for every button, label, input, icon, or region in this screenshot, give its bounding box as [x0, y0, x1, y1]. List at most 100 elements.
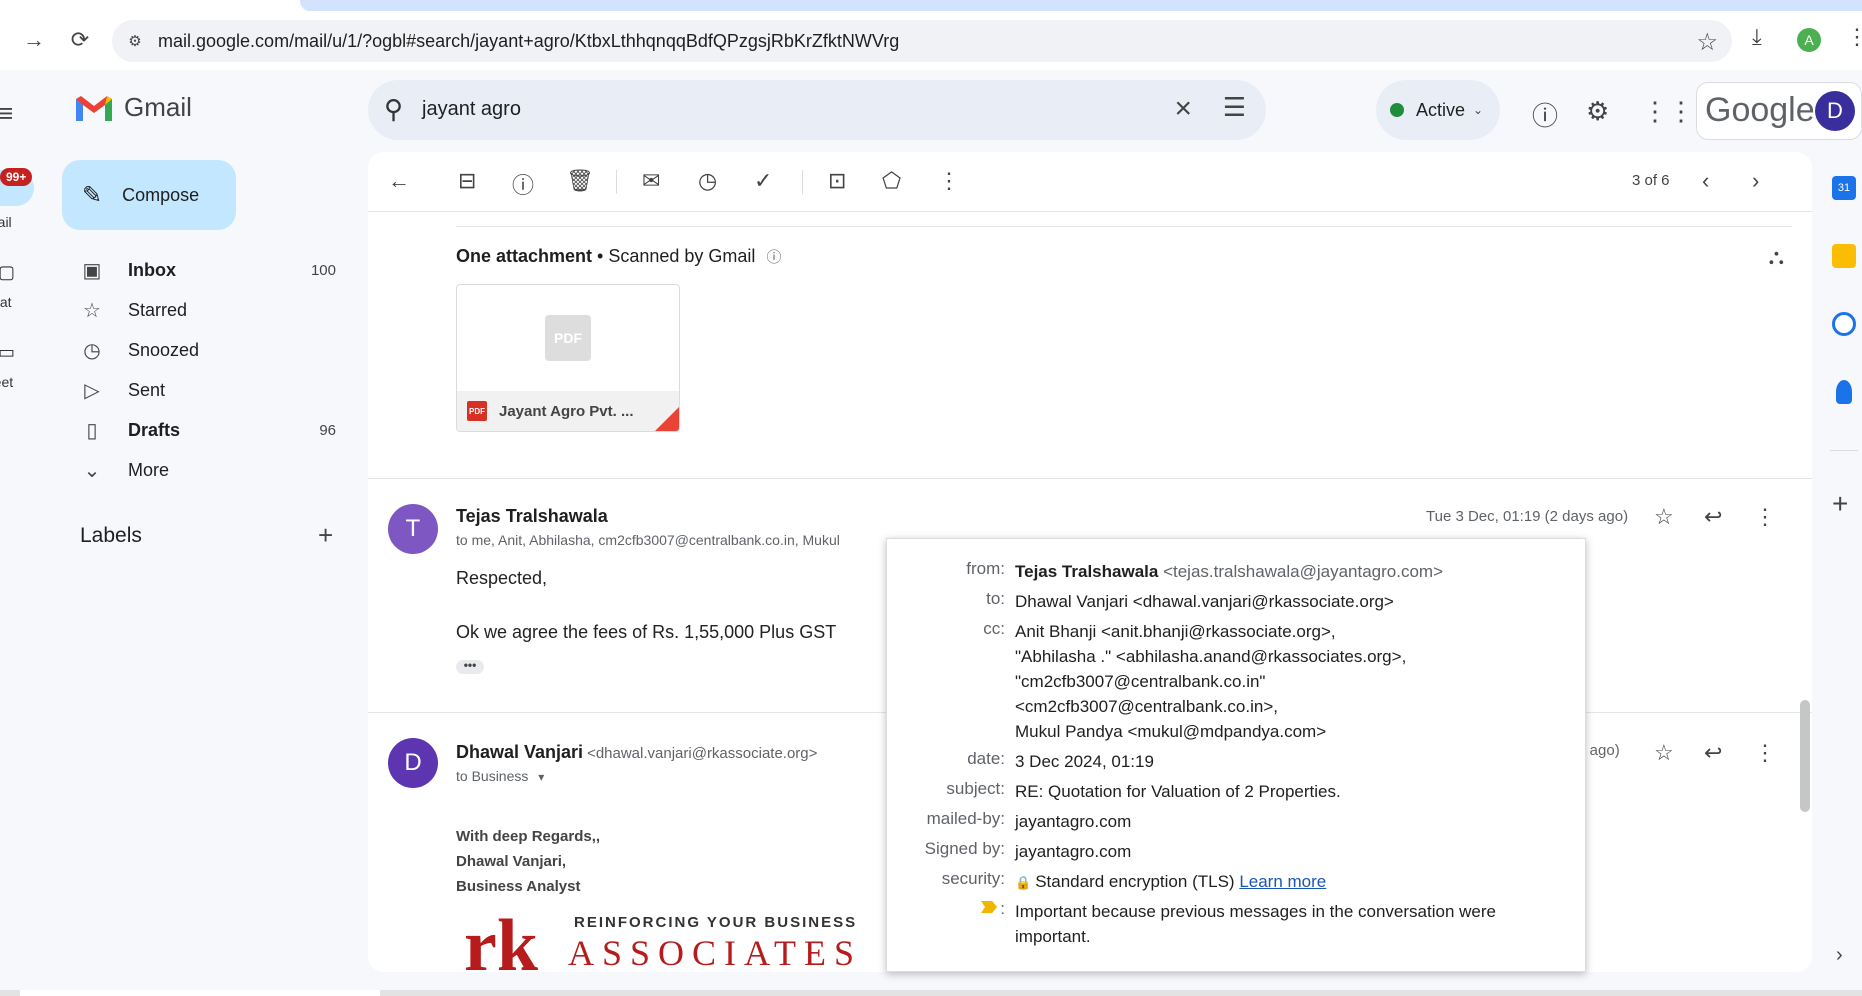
calendar-icon[interactable]: 31	[1832, 176, 1856, 200]
sidebar-item-starred[interactable]: ☆ Starred	[80, 292, 340, 328]
sidebar-item-label: Snoozed	[128, 339, 200, 360]
attachment-filename: Jayant Agro Pvt. ...	[499, 402, 634, 420]
sender-name[interactable]: Dhawal Vanjari	[456, 742, 583, 762]
signature-line: With deep Regards,,	[456, 828, 601, 845]
clock-icon: ◷	[83, 339, 101, 362]
rail-mail-label[interactable]: Mail	[0, 214, 12, 230]
add-task-icon[interactable]: ✓	[754, 168, 772, 194]
meet-icon[interactable]: ▭	[0, 342, 15, 363]
gmail-logo[interactable]: Gmail	[74, 92, 192, 123]
detail-label: Signed by:	[924, 839, 1005, 858]
sidebar-item-drafts[interactable]: ▯ Drafts 96	[80, 412, 340, 448]
tasks-icon[interactable]	[1832, 312, 1856, 336]
sidebar-item-label: More	[128, 459, 170, 480]
star-icon[interactable]: ☆	[1654, 740, 1674, 766]
download-icon[interactable]: ⤓	[1752, 24, 1762, 50]
message-details-popup: from: Tejas Tralshawala <tejas.tralshawa…	[886, 538, 1586, 972]
compose-button[interactable]: ✎ Compose	[62, 160, 236, 230]
show-trimmed-content-button[interactable]: •••	[456, 659, 484, 674]
site-settings-icon[interactable]: ⚙	[124, 30, 146, 52]
add-label-icon[interactable]: +	[318, 520, 333, 551]
attachment-header: One attachment • Scanned by Gmail ⓘ	[456, 246, 781, 267]
address-bar[interactable]: ⚙ mail.google.com/mail/u/1/?ogbl#search/…	[112, 20, 1732, 62]
side-panel: 31 + ›	[1812, 152, 1862, 996]
settings-gear-icon[interactable]: ⚙	[1586, 96, 1609, 127]
from-email: <tejas.tralshawala@jayantagro.com>	[1163, 562, 1444, 581]
rk-logo-mark: rk	[464, 905, 538, 972]
learn-more-link[interactable]: Learn more	[1239, 872, 1326, 891]
sender-avatar[interactable]: D	[388, 738, 438, 788]
chat-icon[interactable]: ▢	[0, 262, 15, 283]
reload-icon[interactable]: ⟳	[64, 24, 96, 56]
star-icon[interactable]: ☆	[1654, 504, 1674, 530]
browser-menu-icon[interactable]: ⋮	[1846, 24, 1862, 50]
move-to-icon[interactable]: ⊡	[828, 168, 846, 194]
mark-unread-icon[interactable]: ✉	[642, 168, 660, 194]
google-account-chip[interactable]: Google D	[1696, 82, 1862, 140]
account-avatar[interactable]: D	[1815, 91, 1855, 131]
sidebar-item-inbox[interactable]: ▣ Inbox 100	[80, 252, 340, 288]
reply-icon[interactable]: ↩	[1704, 740, 1722, 766]
more-vert-icon[interactable]: ⋮	[1754, 504, 1776, 530]
newer-chevron-icon[interactable]: ‹	[1702, 168, 1709, 194]
reply-icon[interactable]: ↩	[1704, 504, 1722, 530]
apps-grid-icon[interactable]: ⋮⋮	[1642, 96, 1694, 127]
scrollbar-thumb[interactable]	[1800, 700, 1810, 812]
status-dropdown[interactable]: Active ⌄	[1376, 80, 1500, 140]
detail-value: jayantagro.com	[1015, 812, 1132, 831]
cc-line: "cm2cfb3007@centralbank.co.in"	[1015, 672, 1266, 691]
search-icon[interactable]: ⚲	[384, 94, 403, 125]
snooze-icon[interactable]: ◷	[698, 168, 717, 194]
archive-icon[interactable]: ⊟	[458, 168, 476, 194]
older-chevron-icon[interactable]: ›	[1752, 168, 1759, 194]
security-text: Standard encryption (TLS)	[1035, 872, 1235, 891]
side-panel-divider	[1830, 450, 1858, 451]
back-arrow-icon[interactable]: ←	[388, 168, 410, 194]
scanned-note: • Scanned by Gmail	[592, 246, 756, 266]
sender-name[interactable]: Tejas Tralshawala	[456, 506, 608, 527]
label-icon[interactable]: ⬠	[882, 168, 901, 194]
toolbar-divider	[802, 170, 803, 194]
sidebar-item-snoozed[interactable]: ◷ Snoozed	[80, 332, 340, 368]
add-to-drive-icon[interactable]: ⛬	[1769, 244, 1784, 270]
rk-associates-logo: rk REINFORCING YOUR BUSINESS ASSOCIATES	[464, 905, 884, 972]
get-addons-plus-icon[interactable]: +	[1832, 488, 1848, 520]
keep-icon[interactable]	[1832, 244, 1856, 268]
help-icon[interactable]: ⓘ	[1532, 96, 1558, 133]
browser-profile-avatar[interactable]: A	[1797, 28, 1821, 52]
draft-icon: ▯	[86, 419, 98, 442]
attachment-card[interactable]: PDF PDF Jayant Agro Pvt. ...	[456, 284, 680, 432]
chevron-down-icon: ⌄	[83, 459, 101, 482]
detail-value: jayantagro.com	[1015, 842, 1132, 861]
report-spam-icon[interactable]: ⓘ	[512, 168, 534, 200]
delete-icon[interactable]: 🗑	[566, 168, 594, 194]
search-input[interactable]: jayant agro	[422, 98, 521, 121]
sidebar-item-sent[interactable]: ▷ Sent	[80, 372, 340, 408]
more-vert-icon[interactable]: ⋮	[1754, 740, 1776, 766]
contacts-icon[interactable]	[1836, 380, 1852, 404]
rail-meet-label[interactable]: Meet	[0, 374, 13, 390]
sender-avatar[interactable]: T	[388, 504, 438, 554]
importance-reason: important.	[1015, 927, 1091, 946]
search-options-icon[interactable]: ☰	[1223, 92, 1246, 123]
bookmark-star-icon[interactable]: ☆	[1696, 28, 1718, 57]
clear-search-icon[interactable]: ×	[1174, 92, 1192, 126]
pdf-preview-icon: PDF	[545, 315, 591, 361]
gmail-wordmark: Gmail	[124, 92, 192, 122]
rail-chat-label[interactable]: Chat	[0, 294, 12, 310]
recipients-summary[interactable]: to Business ▾	[456, 768, 544, 784]
forward-icon[interactable]: →	[18, 24, 50, 56]
detail-value: Dhawal Vanjari <dhawal.vanjari@rkassocia…	[1015, 592, 1394, 611]
url-text[interactable]: mail.google.com/mail/u/1/?ogbl#search/ja…	[158, 31, 899, 52]
taskbar-tab	[20, 990, 380, 996]
more-vert-icon[interactable]: ⋮	[938, 168, 960, 194]
caret-down-icon[interactable]: ▾	[538, 770, 544, 784]
chevron-down-icon: ⌄	[1473, 103, 1484, 117]
sidebar-item-more[interactable]: ⌄ More	[80, 452, 340, 488]
hide-panel-chevron-icon[interactable]: ›	[1836, 944, 1843, 967]
main-menu-icon[interactable]: ≡	[0, 98, 13, 129]
conversation-toolbar: ← ⊟ ⓘ 🗑 ✉ ◷ ✓ ⊡ ⬠ ⋮ 3 of 6 ‹ ›	[368, 152, 1812, 212]
info-icon[interactable]: ⓘ	[766, 249, 781, 266]
search-bar[interactable]: ⚲ jayant agro × ☰	[368, 80, 1266, 140]
pencil-icon: ✎	[82, 181, 103, 209]
